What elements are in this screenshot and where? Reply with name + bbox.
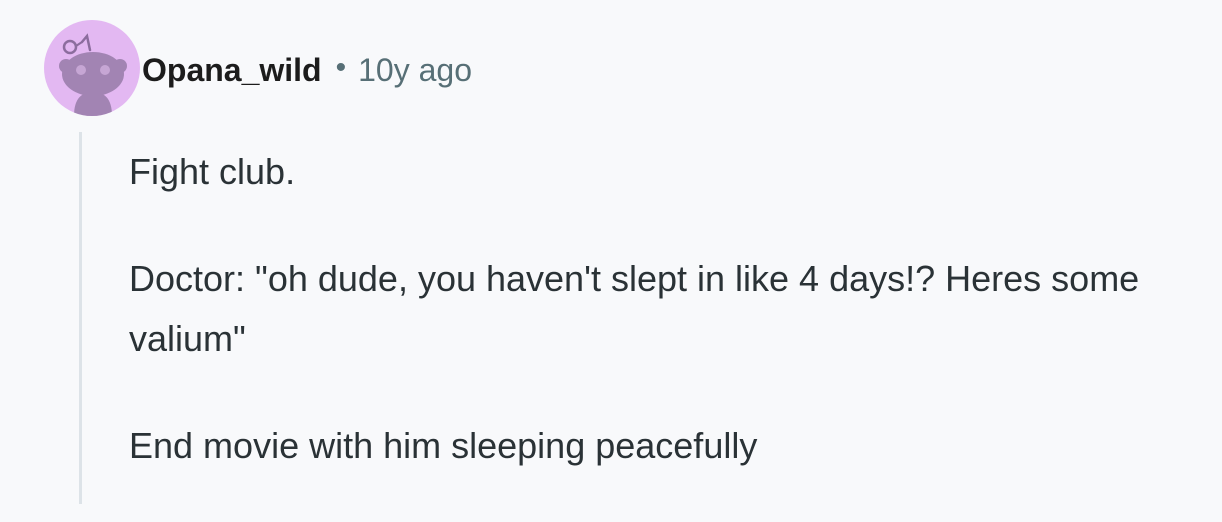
comment-paragraph: Doctor: "oh dude, you haven't slept in l… [129,258,1140,359]
comment-paragraph: Fight club. [129,151,296,192]
meta-separator: • [335,51,347,84]
author-username[interactable]: Opana_wild [142,52,322,89]
thread-line[interactable] [79,132,82,504]
comment-body: Fight club. Doctor: "oh dude, you haven'… [129,142,1189,522]
comment: Opana_wild • 10y ago Fight club. Doctor:… [0,0,1222,504]
snoo-avatar-icon [59,33,127,116]
comment-meta: Opana_wild • 10y ago [142,48,472,92]
comment-paragraph: End movie with him sleeping peacefully [129,425,758,466]
user-avatar[interactable] [44,20,140,116]
comment-timestamp[interactable]: 10y ago [358,52,472,89]
